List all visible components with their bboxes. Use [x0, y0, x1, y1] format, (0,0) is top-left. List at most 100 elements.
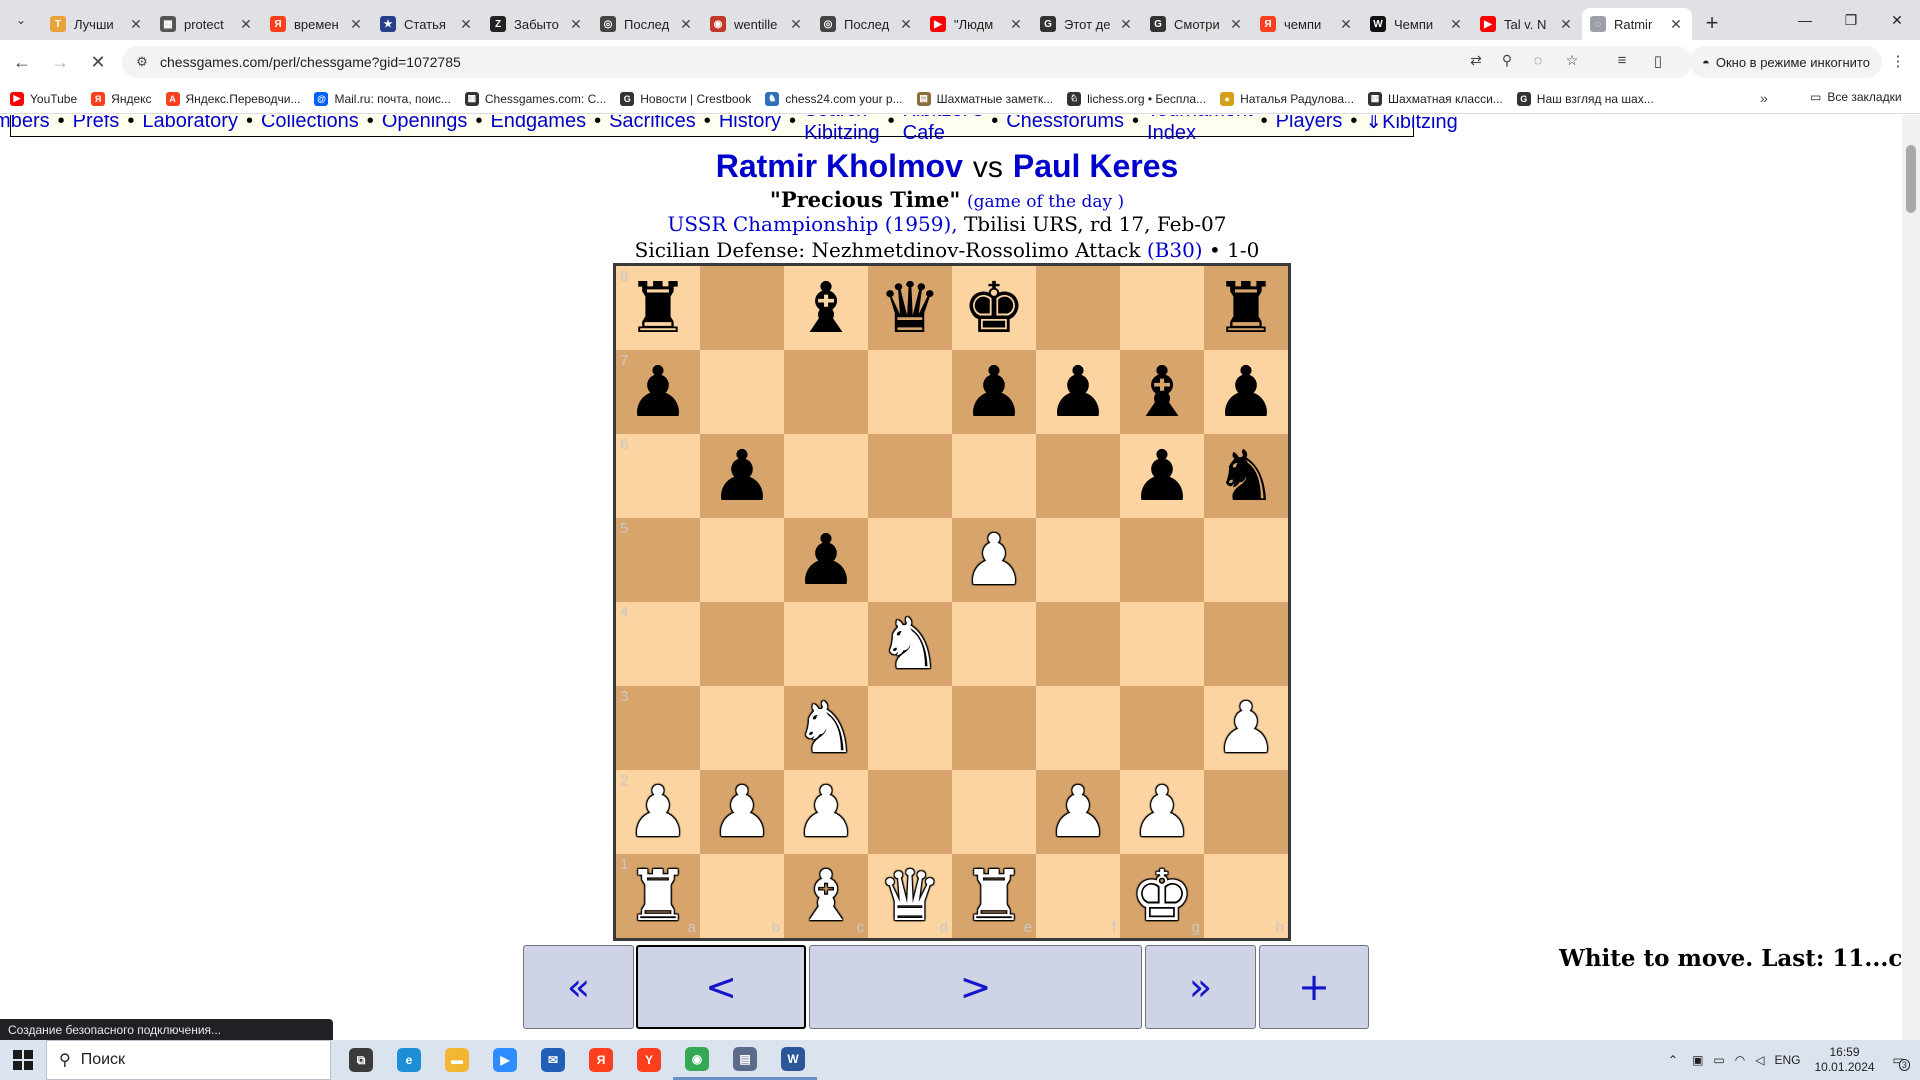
board-square[interactable]: [1204, 770, 1288, 854]
tab-close-icon[interactable]: ✕: [788, 16, 804, 33]
black-pawn-icon[interactable]: ♟: [963, 357, 1026, 427]
black-pawn-icon[interactable]: ♟: [795, 525, 858, 595]
board-square[interactable]: h: [1204, 854, 1288, 938]
board-square[interactable]: [868, 434, 952, 518]
address-bar[interactable]: ⚙ chessgames.com/perl/chessgame?gid=1072…: [122, 46, 1692, 78]
tab-close-icon[interactable]: ✕: [678, 16, 694, 33]
browser-tab[interactable]: ◉ wentille ✕: [702, 8, 812, 40]
black-pawn-icon[interactable]: ♟: [1215, 357, 1278, 427]
taskbar-app-mail[interactable]: ✉: [529, 1040, 577, 1080]
board-square[interactable]: [784, 350, 868, 434]
nav-link[interactable]: Laboratory: [142, 115, 238, 133]
tab-close-icon[interactable]: ✕: [128, 16, 144, 33]
all-bookmarks-button[interactable]: ▭ Все закладки: [1810, 90, 1902, 104]
tab-close-icon[interactable]: ✕: [238, 16, 254, 33]
black-pawn-icon[interactable]: ♟: [1047, 357, 1110, 427]
black-player-link[interactable]: Paul Keres: [1013, 148, 1178, 184]
board-square[interactable]: ♚: [952, 266, 1036, 350]
board-square[interactable]: [1036, 434, 1120, 518]
white-bishop-icon[interactable]: ♝: [795, 861, 858, 931]
nav-link[interactable]: Kibitzer's Cafe: [903, 115, 984, 145]
tab-close-icon[interactable]: ✕: [1448, 16, 1464, 33]
white-knight-icon[interactable]: ♞: [795, 693, 858, 763]
board-square[interactable]: [700, 266, 784, 350]
white-pawn-icon[interactable]: ♟: [1215, 693, 1278, 763]
board-square[interactable]: g ♚: [1120, 854, 1204, 938]
site-info-button[interactable]: ⚙: [128, 48, 156, 76]
meet-icon[interactable]: ▣: [1692, 1053, 1703, 1067]
translate-icon[interactable]: ⇄: [1466, 52, 1486, 72]
nav-link[interactable]: Members: [0, 115, 50, 133]
board-square[interactable]: ♞: [1204, 434, 1288, 518]
volume-icon[interactable]: ◁: [1755, 1053, 1764, 1067]
game-of-day-link[interactable]: (game of the day ): [967, 192, 1124, 212]
taskbar-app-edge[interactable]: e: [385, 1040, 433, 1080]
nav-link[interactable]: Chessforums: [1006, 115, 1124, 133]
nav-link[interactable]: Prefs: [73, 115, 120, 133]
start-button[interactable]: [0, 1040, 46, 1080]
board-square[interactable]: [700, 518, 784, 602]
nav-link[interactable]: Collections: [261, 115, 359, 133]
white-king-icon[interactable]: ♚: [1131, 861, 1194, 931]
taskbar-app-yandex[interactable]: Я: [577, 1040, 625, 1080]
bookmark-item[interactable]: Я Яндекс: [91, 91, 152, 106]
white-pawn-icon[interactable]: ♟: [627, 777, 690, 847]
board-square[interactable]: [952, 686, 1036, 770]
board-square[interactable]: ♟: [1036, 770, 1120, 854]
browser-tab[interactable]: Z Забыто ✕: [482, 8, 592, 40]
close-window-button[interactable]: ✕: [1874, 0, 1920, 40]
board-square[interactable]: [784, 434, 868, 518]
board-square[interactable]: ♟: [1120, 770, 1204, 854]
chevron-double-right-icon[interactable]: »: [1760, 90, 1768, 106]
board-square[interactable]: [1036, 686, 1120, 770]
board-square[interactable]: ♟: [784, 518, 868, 602]
nav-link[interactable]: Endgames: [490, 115, 586, 133]
browser-tab[interactable]: ★ Статья ✕: [372, 8, 482, 40]
eco-code-link[interactable]: (B30): [1147, 238, 1203, 262]
board-square[interactable]: [1120, 266, 1204, 350]
white-queen-icon[interactable]: ♛: [879, 861, 942, 931]
browser-tab[interactable]: ◎ Послед ✕: [812, 8, 922, 40]
board-square[interactable]: [952, 602, 1036, 686]
star-icon[interactable]: ☆: [1562, 52, 1582, 72]
tab-close-icon[interactable]: ✕: [1118, 16, 1134, 33]
board-square[interactable]: f: [1036, 854, 1120, 938]
bookmark-item[interactable]: ▦ Шахматная класси...: [1368, 91, 1503, 106]
black-bishop-icon[interactable]: ♝: [795, 273, 858, 343]
nav-link[interactable]: Players: [1276, 115, 1343, 133]
taskbar-app-yandex-browser[interactable]: Y: [625, 1040, 673, 1080]
white-pawn-icon[interactable]: ♟: [1131, 777, 1194, 847]
browser-tab[interactable]: ◌ Ratmir ✕: [1582, 8, 1692, 40]
menu-icon[interactable]: ⋮: [1888, 52, 1908, 72]
browser-tab[interactable]: T Лучши ✕: [42, 8, 152, 40]
tab-close-icon[interactable]: ✕: [1228, 16, 1244, 33]
board-square[interactable]: [868, 350, 952, 434]
browser-tab[interactable]: G Этот де ✕: [1032, 8, 1142, 40]
white-pawn-icon[interactable]: ♟: [1047, 777, 1110, 847]
board-square[interactable]: [1036, 602, 1120, 686]
forward-button[interactable]: →: [44, 46, 76, 78]
tab-close-icon[interactable]: ✕: [898, 16, 914, 33]
board-square[interactable]: ♞: [868, 602, 952, 686]
board-square[interactable]: ♟: [700, 434, 784, 518]
notification-icon[interactable]: ▭ 3: [1893, 1053, 1910, 1071]
board-square[interactable]: [1204, 518, 1288, 602]
taskbar-app-word[interactable]: W: [769, 1040, 817, 1080]
browser-tab[interactable]: ▶ Tal v. N ✕: [1472, 8, 1582, 40]
board-square[interactable]: 1 a ♜: [616, 854, 700, 938]
board-square[interactable]: e ♜: [952, 854, 1036, 938]
wifi-icon[interactable]: ◠: [1735, 1053, 1745, 1067]
white-knight-icon[interactable]: ♞: [879, 609, 942, 679]
board-square[interactable]: [1204, 602, 1288, 686]
tab-close-icon[interactable]: ✕: [1338, 16, 1354, 33]
board-square[interactable]: 2 ♟: [616, 770, 700, 854]
black-queen-icon[interactable]: ♛: [879, 273, 942, 343]
stop-loading-button[interactable]: ✕: [82, 46, 114, 78]
restore-button[interactable]: ❐: [1828, 0, 1874, 40]
board-square[interactable]: [700, 602, 784, 686]
board-square[interactable]: ♟: [700, 770, 784, 854]
board-square[interactable]: ♝: [784, 266, 868, 350]
minimize-button[interactable]: —: [1782, 0, 1828, 40]
side-panel-icon[interactable]: ▯: [1648, 52, 1668, 72]
black-king-icon[interactable]: ♚: [963, 273, 1026, 343]
